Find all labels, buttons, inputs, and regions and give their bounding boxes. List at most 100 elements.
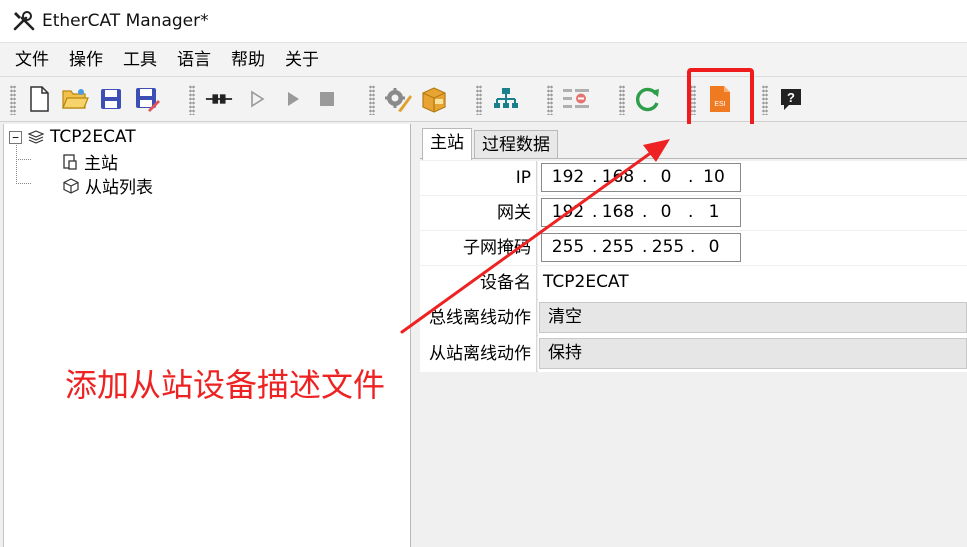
panel-splitter[interactable] xyxy=(411,124,420,547)
annotation-text: 添加从站设备描述文件 xyxy=(65,366,386,404)
property-row-ip: IP 192 . 168 . 0 . 10 xyxy=(420,161,967,195)
toolbar-grip[interactable] xyxy=(369,85,375,115)
save-as-icon xyxy=(136,88,160,112)
menu-help[interactable]: 帮助 xyxy=(222,43,274,77)
refresh-icon xyxy=(635,87,659,112)
toolbar-grip[interactable] xyxy=(547,85,553,115)
network-topology-icon xyxy=(494,88,518,108)
subnet-label: 子网掩码 xyxy=(420,231,537,265)
gateway-value-cell: 192 . 168 . 0 . 1 xyxy=(538,196,967,230)
tree-node-master[interactable]: 主站 xyxy=(62,149,118,174)
bus-offline-action-select[interactable]: 清空 xyxy=(539,302,967,333)
save-as-button[interactable] xyxy=(133,85,161,113)
bus-offline-action-cell: 清空 xyxy=(538,300,967,336)
menu-operation[interactable]: 操作 xyxy=(60,43,112,77)
toolbar: ESI ? xyxy=(0,76,967,122)
settings-edit-button[interactable] xyxy=(384,85,412,113)
tree-line xyxy=(16,145,17,184)
title-bar: EtherCAT Manager* xyxy=(0,0,967,42)
refresh-button[interactable] xyxy=(634,85,662,113)
tree-node-label: 从站列表 xyxy=(85,178,153,198)
subnet-octet-4[interactable]: 0 xyxy=(694,234,734,261)
toolbar-grip[interactable] xyxy=(189,85,195,115)
tab-content: IP 192 . 168 . 0 . 10 网关 192 . 168 . 0 .… xyxy=(420,158,967,547)
ip-octet-3[interactable]: 0 xyxy=(648,164,684,191)
tree-node-root[interactable]: − TCP2ECAT xyxy=(9,127,136,147)
menu-file[interactable]: 文件 xyxy=(6,43,58,77)
gateway-octet-4[interactable]: 1 xyxy=(692,199,736,226)
help-icon: ? xyxy=(781,89,801,110)
new-file-icon xyxy=(30,86,49,112)
slave-offline-action-select[interactable]: 保持 xyxy=(539,338,967,369)
cube-icon xyxy=(63,177,79,194)
property-row-device-name: 设备名 TCP2ECAT xyxy=(420,266,967,300)
gateway-address-input[interactable]: 192 . 168 . 0 . 1 xyxy=(541,198,741,227)
ip-value-cell: 192 . 168 . 0 . 10 xyxy=(538,161,967,195)
tree-expander[interactable]: − xyxy=(9,130,22,144)
tab-master[interactable]: 主站 xyxy=(422,128,472,160)
device-tree[interactable]: − TCP2ECAT 主站 从站列表 xyxy=(3,124,411,547)
gateway-octet-2[interactable]: 168 xyxy=(596,199,640,226)
package-icon xyxy=(422,87,446,113)
device-name-value: TCP2ECAT xyxy=(543,272,629,292)
network-topology-button[interactable] xyxy=(492,85,520,113)
save-button[interactable] xyxy=(97,85,125,113)
run-icon xyxy=(288,92,299,106)
subnet-octet-2[interactable]: 255 xyxy=(596,234,640,261)
tools-icon xyxy=(13,11,35,31)
menu-bar: 文件 操作 工具 语言 帮助 关于 xyxy=(0,42,967,76)
save-icon xyxy=(101,89,121,109)
toolbar-grip[interactable] xyxy=(10,85,16,115)
device-name-field[interactable]: TCP2ECAT xyxy=(538,266,967,300)
properties-panel: 主站 过程数据 IP 192 . 168 . 0 . 10 网关 192 . 1… xyxy=(420,124,967,547)
tree-node-slave-list[interactable]: 从站列表 xyxy=(62,173,153,198)
remove-icon xyxy=(563,89,589,108)
toolbar-grip[interactable] xyxy=(762,85,768,115)
slave-offline-action-label: 从站离线动作 xyxy=(420,336,537,372)
window-title: EtherCAT Manager* xyxy=(42,11,209,31)
toolbar-grip[interactable] xyxy=(619,85,625,115)
property-row-bus-offline-action: 总线离线动作 清空 xyxy=(420,300,967,336)
settings-edit-icon xyxy=(385,88,412,112)
remove-button[interactable] xyxy=(562,85,590,113)
tree-node-label: TCP2ECAT xyxy=(50,127,136,147)
tree-line xyxy=(16,183,31,184)
gateway-label: 网关 xyxy=(420,196,537,230)
property-row-subnet: 子网掩码 255 . 255 . 255 . 0 xyxy=(420,231,967,265)
property-row-gateway: 网关 192 . 168 . 0 . 1 xyxy=(420,196,967,230)
menu-tools[interactable]: 工具 xyxy=(114,43,166,77)
subnet-octet-3[interactable]: 255 xyxy=(646,234,690,261)
stop-icon xyxy=(320,92,334,106)
annotation-highlight-box xyxy=(687,68,754,132)
bus-offline-action-label: 总线离线动作 xyxy=(420,300,537,336)
tree-node-label: 主站 xyxy=(84,154,118,174)
package-button[interactable] xyxy=(420,85,448,113)
subnet-mask-input[interactable]: 255 . 255 . 255 . 0 xyxy=(541,233,741,262)
ip-octet-1[interactable]: 192 xyxy=(546,164,590,191)
subnet-octet-1[interactable]: 255 xyxy=(546,234,590,261)
network-stack-icon xyxy=(27,130,45,144)
gateway-octet-1[interactable]: 192 xyxy=(546,199,590,226)
toolbar-grip[interactable] xyxy=(476,85,482,115)
tree-line xyxy=(16,159,31,160)
gateway-octet-3[interactable]: 0 xyxy=(648,199,684,226)
open-folder-icon xyxy=(62,89,89,109)
ip-octet-4[interactable]: 10 xyxy=(692,164,736,191)
connect-icon xyxy=(205,94,233,104)
connect-button[interactable] xyxy=(205,85,233,113)
ip-dot: . xyxy=(642,202,648,222)
stop-button[interactable] xyxy=(313,85,341,113)
tab-process-data[interactable]: 过程数据 xyxy=(474,130,558,158)
ip-address-input[interactable]: 192 . 168 . 0 . 10 xyxy=(541,163,741,192)
master-icon xyxy=(63,153,77,170)
subnet-value-cell: 255 . 255 . 255 . 0 xyxy=(538,231,967,265)
run-button[interactable] xyxy=(279,85,307,113)
open-button[interactable] xyxy=(61,85,89,113)
run-outline-button[interactable] xyxy=(243,85,271,113)
ip-octet-2[interactable]: 168 xyxy=(596,164,640,191)
menu-language[interactable]: 语言 xyxy=(168,43,220,77)
new-file-button[interactable] xyxy=(25,85,53,113)
menu-about[interactable]: 关于 xyxy=(276,43,328,77)
device-name-label: 设备名 xyxy=(420,266,537,300)
help-button[interactable]: ? xyxy=(777,85,805,113)
